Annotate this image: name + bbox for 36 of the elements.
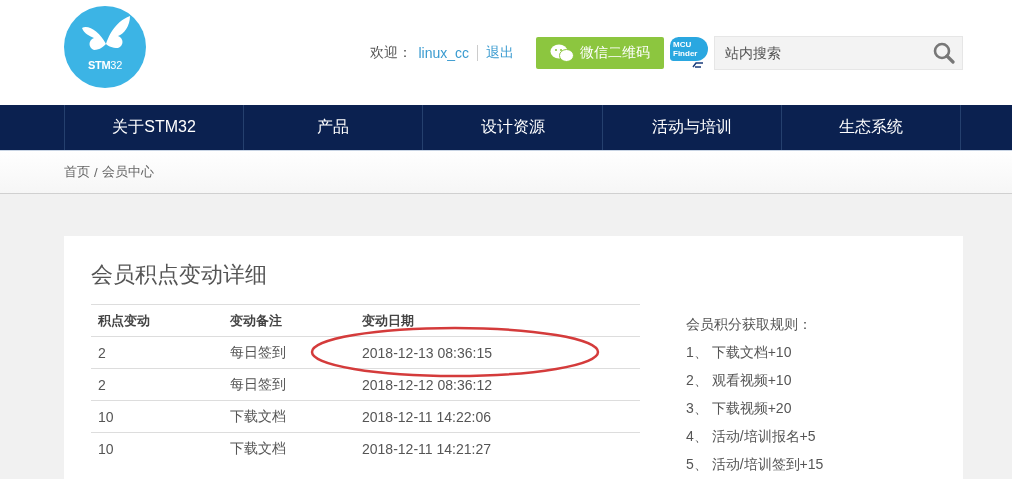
table-cell: 2018-12-11 14:21:27 <box>355 432 640 464</box>
table-cell: 2018-12-12 08:36:12 <box>355 368 640 401</box>
nav-tab[interactable]: 产品 <box>244 105 423 150</box>
nav-tab[interactable]: 活动与培训 <box>602 105 781 150</box>
welcome-label: 欢迎： <box>370 43 413 62</box>
breadcrumb-separator: / <box>94 164 98 180</box>
section-title: 会员积点变动详细 <box>91 261 268 289</box>
rule-item: 5、 活动/培训签到+15 <box>686 455 824 474</box>
table-cell: 2018-12-13 08:36:15 <box>355 336 640 369</box>
breadcrumb-link[interactable]: 首页 <box>64 163 90 181</box>
table-cell: 下载文档 <box>223 400 355 433</box>
logout-link[interactable]: 退出 <box>486 43 514 62</box>
rule-item: 1、 下载文档+10 <box>686 343 793 362</box>
column-header: 积点变动 <box>91 304 223 337</box>
rule-item: 3、 下载视频+20 <box>686 399 793 418</box>
table-cell: 每日签到 <box>223 368 355 401</box>
chat-bubbles-icon <box>550 43 574 62</box>
username-link[interactable]: linux_cc <box>418 44 469 61</box>
table-cell: 下载文档 <box>223 432 355 464</box>
table-cell: 2 <box>91 368 223 401</box>
column-header: 变动日期 <box>355 304 640 337</box>
search-field[interactable]: 站内搜索 <box>714 35 963 70</box>
rules-title: 会员积分获取规则： <box>686 315 813 334</box>
nav-tab[interactable]: 生态系统 <box>781 105 960 150</box>
breadcrumb-current: 会员中心 <box>101 163 154 181</box>
table-cell: 2 <box>91 336 223 369</box>
nav-tab[interactable]: 关于STM32 <box>65 105 244 150</box>
table-cell: 10 <box>91 400 223 433</box>
nav-tab[interactable]: 设计资源 <box>423 105 602 150</box>
rule-item: 2、 观看视频+10 <box>686 371 793 390</box>
rule-item: 4、 活动/培训报名+5 <box>686 427 817 446</box>
search-icon[interactable] <box>933 41 955 64</box>
table-cell: 10 <box>91 432 223 464</box>
table-cell: 每日签到 <box>223 336 355 369</box>
column-header: 变动备注 <box>223 304 355 337</box>
table-cell: 2018-12-11 14:22:06 <box>355 400 640 433</box>
